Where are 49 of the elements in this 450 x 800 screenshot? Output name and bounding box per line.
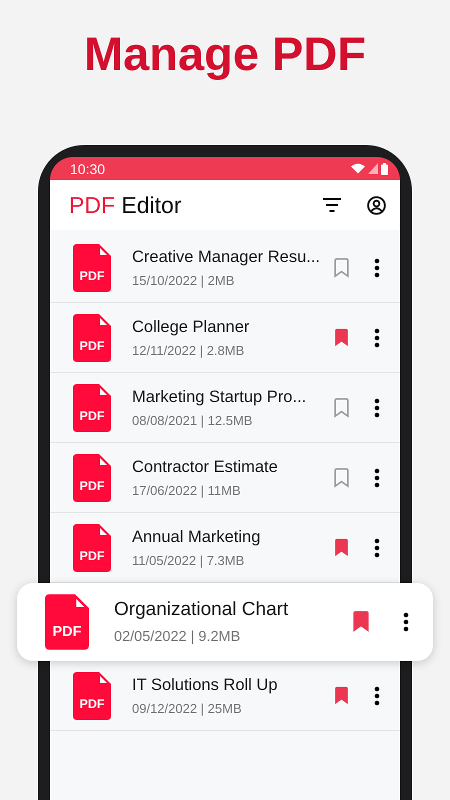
file-details: 11/05/2022 | 7.3MB: [132, 552, 246, 568]
pdf-file-icon: PDF: [73, 524, 111, 572]
file-details: 02/05/2022 | 9.2MB: [114, 629, 242, 645]
file-name: IT Solutions Roll Up: [132, 676, 279, 694]
status-time: 10:30: [70, 160, 106, 176]
pdf-file-icon: PDF: [73, 314, 111, 362]
file-row[interactable]: PDF Marketing Startup Pro... 08/08/2021 | 12.5MB: [50, 373, 400, 443]
bookmark-filled-icon[interactable]: [333, 686, 350, 706]
pdf-file-icon: PDF: [73, 454, 111, 502]
headline: Manage PDF: [84, 27, 366, 80]
pdf-file-icon: PDF: [73, 244, 111, 292]
pdf-file-icon: PDF: [45, 594, 89, 650]
pdf-file-icon: PDF: [73, 672, 111, 720]
pdf-file-icon: PDF: [73, 384, 111, 432]
file-name: Creative Manager Resu...: [132, 248, 322, 266]
file-name: College Planner: [132, 318, 250, 336]
wifi-icon: [351, 163, 365, 174]
file-name: Organizational Chart: [114, 599, 290, 621]
bookmark-icon[interactable]: [333, 398, 350, 418]
bookmark-icon[interactable]: [333, 468, 350, 488]
more-icon[interactable]: [403, 610, 409, 634]
more-icon[interactable]: [374, 538, 380, 558]
file-name: Annual Marketing: [132, 528, 262, 546]
more-icon[interactable]: [374, 686, 380, 706]
filter-icon[interactable]: [323, 198, 341, 212]
file-details: 17/06/2022 | 11MB: [132, 482, 242, 498]
more-icon[interactable]: [374, 328, 380, 348]
file-card[interactable]: PDF Organizational Chart 02/05/2022 | 9.2MB: [17, 583, 433, 661]
profile-icon[interactable]: [367, 196, 386, 214]
bookmark-icon[interactable]: [333, 258, 350, 278]
more-icon[interactable]: [374, 398, 380, 418]
file-row[interactable]: PDF Creative Manager Resu... 15/10/2022 | 2MB: [50, 233, 400, 303]
bookmark-filled-icon[interactable]: [351, 610, 371, 634]
battery-icon: [381, 162, 388, 174]
bookmark-filled-icon[interactable]: [333, 538, 350, 558]
file-row[interactable]: PDF Contractor Estimate 17/06/2022 | 11MB: [50, 443, 400, 513]
bookmark-filled-icon[interactable]: [333, 328, 350, 348]
file-details: 15/10/2022 | 2MB: [132, 272, 236, 288]
file-name: Marketing Startup Pro...: [132, 388, 308, 406]
file-name: Contractor Estimate: [132, 458, 279, 476]
signal-icon: [368, 163, 378, 174]
file-row[interactable]: PDF College Planner 12/11/2022 | 2.8MB: [50, 303, 400, 373]
file-details: 08/08/2021 | 12.5MB: [132, 412, 254, 428]
more-icon[interactable]: [374, 468, 380, 488]
file-row[interactable]: PDF IT Solutions Roll Up 09/12/2022 | 25MB: [50, 661, 400, 731]
file-details: 12/11/2022 | 2.8MB: [132, 342, 246, 358]
file-details: 09/12/2022 | 25MB: [132, 700, 243, 716]
more-icon[interactable]: [374, 258, 380, 278]
app-title: PDF Editor: [69, 192, 182, 218]
